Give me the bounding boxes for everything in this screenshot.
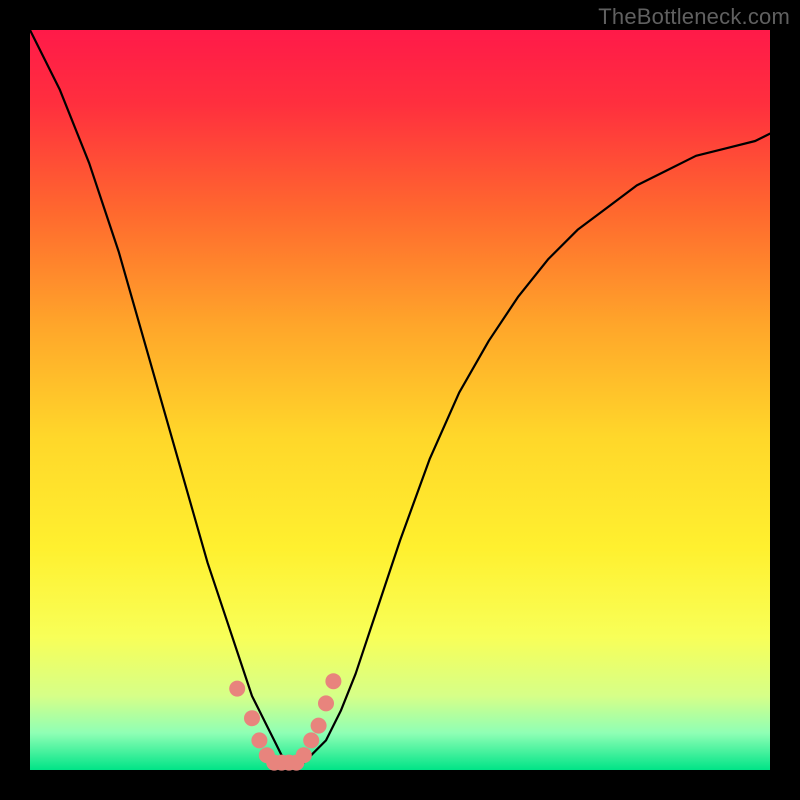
curve-marker (229, 681, 245, 697)
plot-background (30, 30, 770, 770)
curve-marker (318, 695, 334, 711)
chart-root: TheBottleneck.com (0, 0, 800, 800)
curve-marker (311, 718, 327, 734)
curve-marker (251, 732, 267, 748)
bottleneck-chart (0, 0, 800, 800)
curve-marker (244, 710, 260, 726)
curve-marker (303, 732, 319, 748)
watermark-text: TheBottleneck.com (598, 4, 790, 30)
curve-marker (296, 747, 312, 763)
curve-marker (325, 673, 341, 689)
